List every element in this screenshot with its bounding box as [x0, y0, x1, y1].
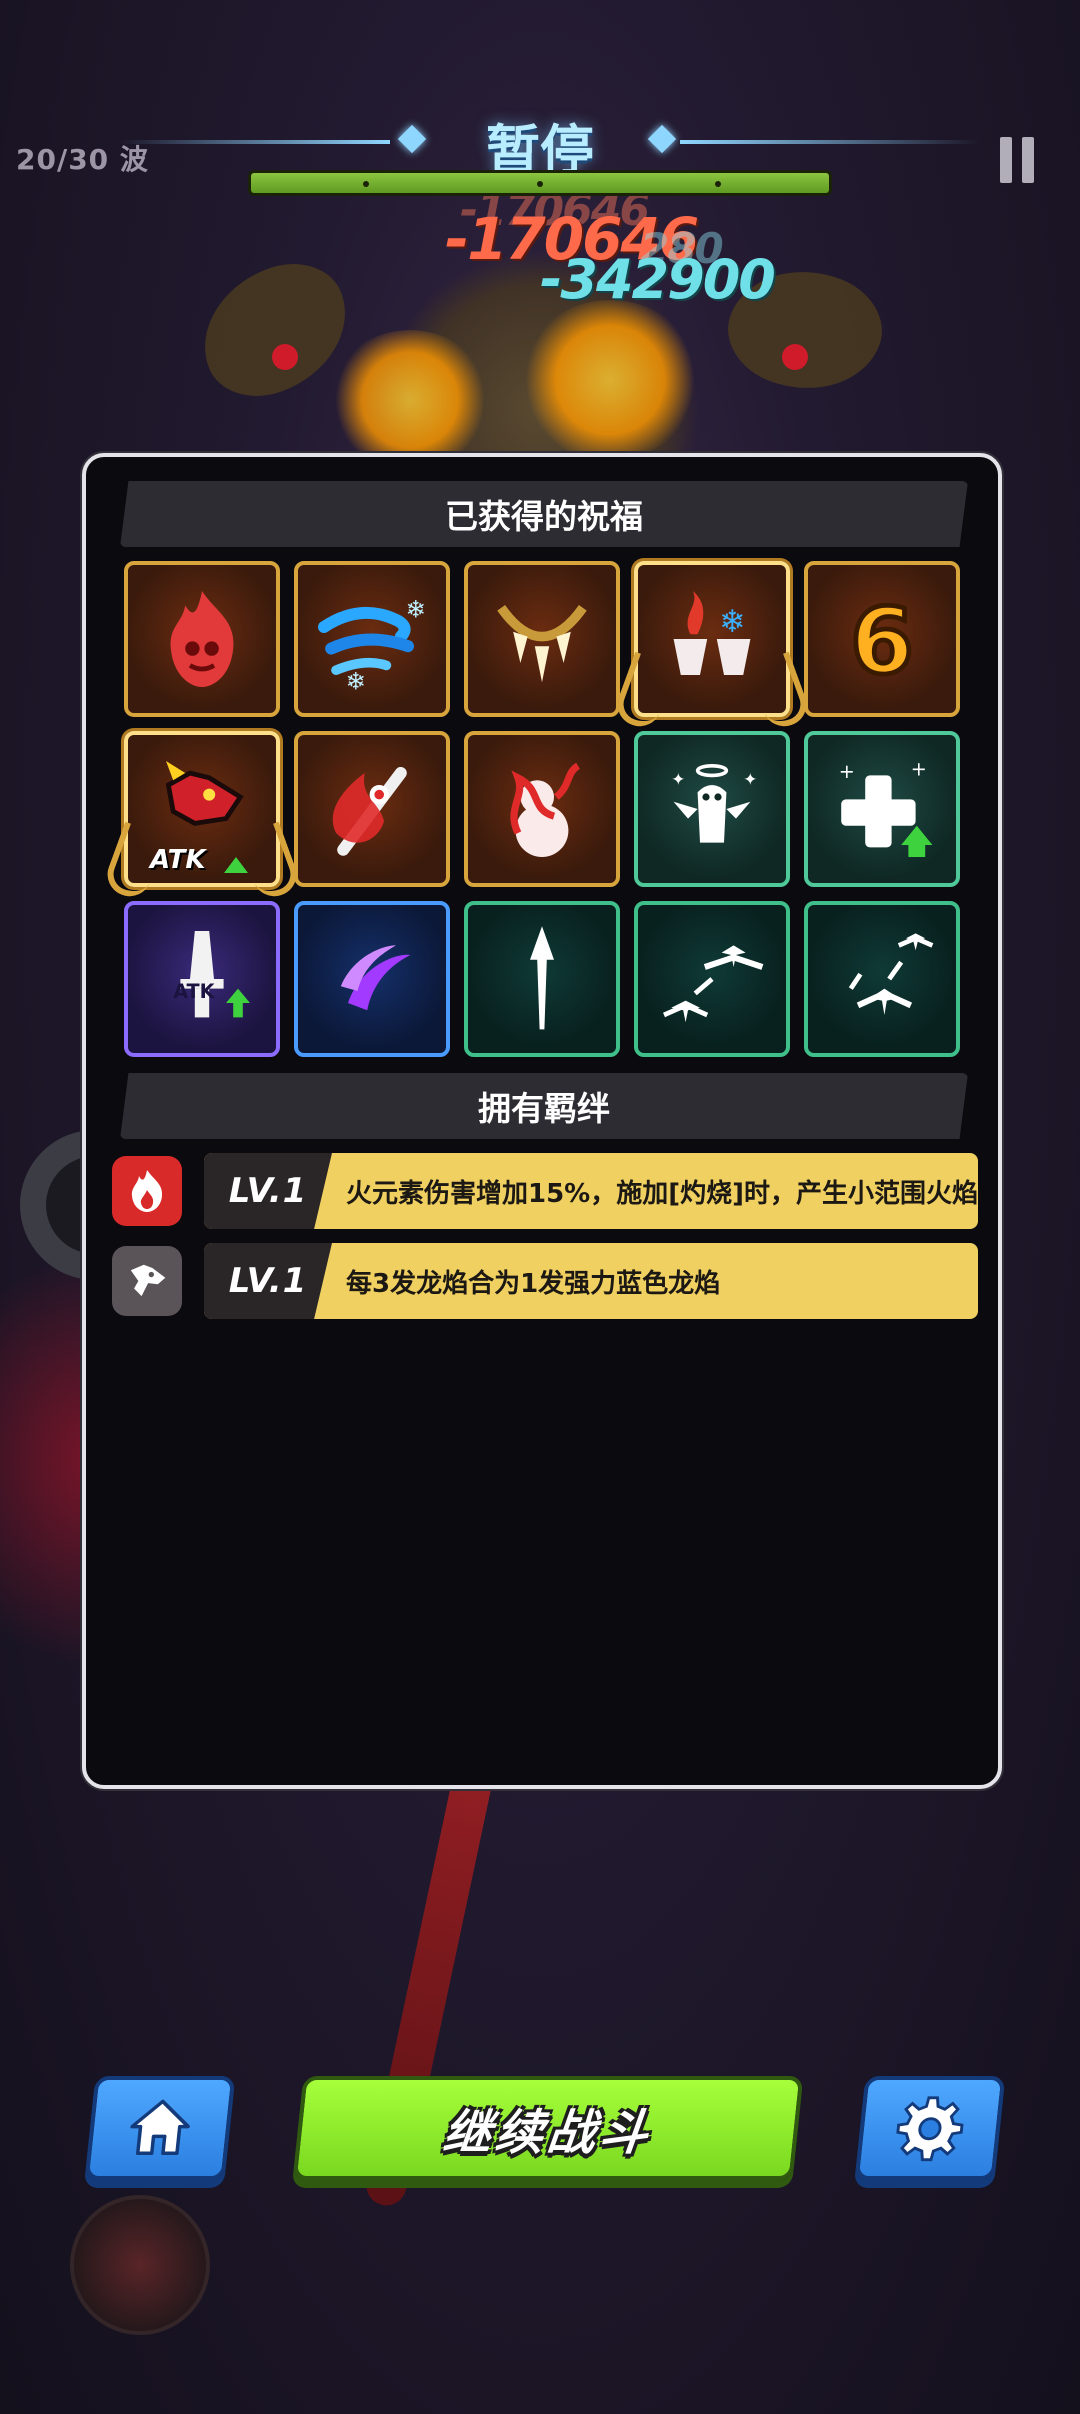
boss-right-eye: [782, 344, 808, 370]
bond-level: LV.1: [204, 1153, 332, 1229]
bond-description: 每3发龙焰合为1发强力蓝色龙焰: [346, 1268, 721, 1299]
birds-multiply-icon: [848, 933, 934, 1015]
fire-spirit-icon: [170, 591, 234, 687]
pause-panel: 已获得的祝福 ❄ ❄ ❄ 6 ATK ✦ ✦ + + ATK 拥有羁绊 LV.1…: [82, 453, 1002, 1789]
fire-bond-icon: [112, 1156, 182, 1226]
svg-text:+: +: [839, 760, 855, 783]
bond-description: 火元素伤害增加15%，施加[灼烧]时，产生小范围火焰: [346, 1178, 978, 1209]
boss-left-eye: [272, 344, 298, 370]
angel-spirit-icon: ✦ ✦: [671, 764, 757, 843]
number-six-icon: 6: [848, 585, 916, 697]
gear-icon: [896, 2096, 964, 2162]
flame-sword-icon: [332, 767, 407, 856]
damage-number: -342900: [540, 248, 776, 311]
blessing-tile[interactable]: [464, 901, 620, 1057]
svg-text:❄: ❄: [719, 604, 745, 640]
blessing-tile[interactable]: ATK: [101, 731, 303, 903]
fang-necklace-icon: [497, 604, 587, 683]
continue-battle-button[interactable]: 继续战斗: [292, 2076, 804, 2180]
laurel-ornament: [611, 651, 677, 733]
dragon-bond-icon: [112, 1246, 182, 1316]
title-divider-left: [120, 140, 390, 144]
blessing-tile[interactable]: [294, 731, 450, 887]
frost-wind-icon: ❄ ❄: [318, 595, 426, 695]
dagger-atk-up-icon: ATK: [173, 931, 250, 1018]
blessing-tile[interactable]: ❄ ❄: [294, 561, 450, 717]
home-button[interactable]: [84, 2076, 236, 2180]
bond-row[interactable]: LV.1 火元素伤害增加15%，施加[灼烧]时，产生小范围火焰: [112, 1153, 978, 1229]
blessing-tile[interactable]: [124, 561, 280, 717]
bonds-header: 拥有羁绊: [120, 1073, 968, 1139]
svg-text:+: +: [911, 757, 927, 780]
svg-text:❄: ❄: [346, 667, 366, 695]
bond-description-bar: LV.1 每3发龙焰合为1发强力蓝色龙焰: [204, 1243, 978, 1319]
blessing-tile[interactable]: ✦ ✦: [634, 731, 790, 887]
blessing-tile[interactable]: [804, 901, 960, 1057]
blessing-tile[interactable]: [294, 901, 450, 1057]
blessing-tile[interactable]: ❄: [611, 561, 813, 733]
svg-text:✦: ✦: [743, 769, 757, 789]
fire-effect: [520, 300, 700, 460]
svg-text:6: 6: [850, 588, 913, 695]
heal-plus-icon: + +: [839, 757, 933, 857]
svg-text:✦: ✦: [671, 769, 685, 789]
fire-gourd-icon: [510, 762, 581, 857]
birds-split-icon: [663, 945, 764, 1023]
svg-text:ATK: ATK: [173, 980, 215, 1003]
bond-row[interactable]: LV.1 每3发龙焰合为1发强力蓝色龙焰: [112, 1243, 978, 1319]
health-segment-mark: [363, 181, 369, 187]
bond-description-bar: LV.1 火元素伤害增加15%，施加[灼烧]时，产生小范围火焰: [204, 1153, 978, 1229]
arrow-up-icon: [530, 926, 554, 1030]
arrow-up-icon: [224, 857, 248, 873]
purple-slash-icon: [340, 945, 411, 1011]
skill-cooldown-icon: [70, 2195, 210, 2335]
blessing-tile[interactable]: [464, 561, 620, 717]
boss-health-bar: [248, 170, 832, 196]
bond-level: LV.1: [204, 1243, 332, 1319]
blessings-header: 已获得的祝福: [120, 481, 968, 547]
blessing-tile[interactable]: [464, 731, 620, 887]
title-divider-right: [680, 140, 980, 144]
settings-button[interactable]: [854, 2076, 1006, 2180]
atk-label: ATK: [150, 845, 206, 875]
health-segment-mark: [537, 181, 543, 187]
home-icon: [130, 2099, 190, 2155]
blessing-tile[interactable]: ATK: [124, 901, 280, 1057]
svg-text:❄: ❄: [406, 595, 426, 623]
blessing-tile[interactable]: + +: [804, 731, 960, 887]
fire-effect: [330, 330, 490, 470]
wave-counter: 20/30 波: [16, 143, 149, 176]
blessing-tile[interactable]: [634, 901, 790, 1057]
health-segment-mark: [715, 181, 721, 187]
laurel-ornament: [747, 651, 813, 733]
blessing-tile[interactable]: 6: [804, 561, 960, 717]
pause-icon[interactable]: [1000, 137, 1034, 183]
blessing-grid: ❄ ❄ ❄ 6 ATK ✦ ✦ + + ATK: [101, 561, 964, 1057]
